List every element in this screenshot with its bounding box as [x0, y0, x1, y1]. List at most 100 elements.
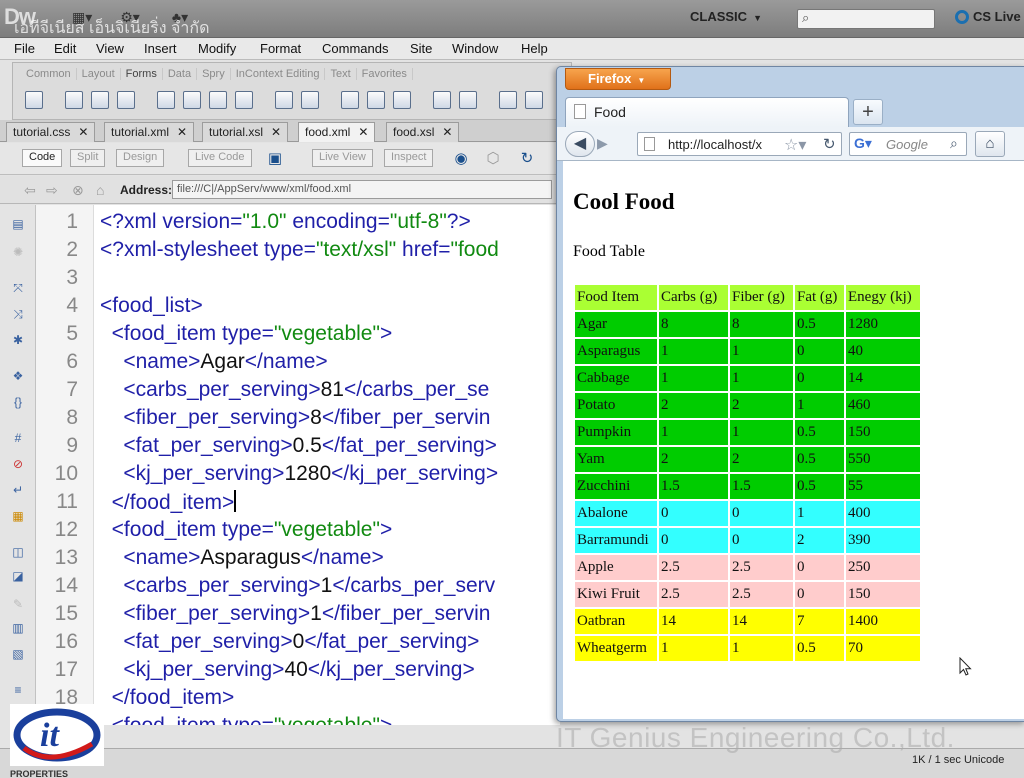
menu-commands[interactable]: Commands	[322, 41, 388, 56]
image-field-icon[interactable]	[341, 91, 359, 109]
menu-insert[interactable]: Insert	[144, 41, 177, 56]
form-icon[interactable]	[25, 91, 43, 109]
doc-tab-food-xsl[interactable]: food.xsl ✕	[386, 122, 460, 142]
recent-snippets-icon[interactable]: ▥	[9, 621, 27, 637]
file-field-icon[interactable]	[367, 91, 385, 109]
close-icon[interactable]: ✕	[177, 125, 187, 139]
live-view-button[interactable]: Live View	[312, 149, 373, 167]
hidden-field-icon[interactable]	[91, 91, 109, 109]
forward-button[interactable]: ▶	[597, 135, 608, 152]
doc-tab-tutorial-css[interactable]: tutorial.css ✕	[6, 122, 96, 142]
search-box[interactable]: G▾ Google ⌕	[849, 132, 967, 156]
radio-button-icon[interactable]	[209, 91, 227, 109]
line-number: 3	[66, 266, 78, 289]
code-view-button[interactable]: Code	[22, 149, 63, 167]
table-row: Asparagus 1 1 0 40	[575, 339, 920, 364]
menu-window[interactable]: Window	[452, 41, 498, 56]
move-css-icon[interactable]: ▧	[9, 647, 27, 663]
live-code-button[interactable]: Live Code	[188, 149, 252, 167]
menu-site[interactable]: Site	[410, 41, 432, 56]
spry-textarea-icon[interactable]	[525, 91, 543, 109]
select-parent-tag-icon[interactable]: ❖	[9, 369, 27, 385]
menu-help[interactable]: Help	[521, 41, 548, 56]
doc-tab-tutorial-xsl[interactable]: tutorial.xsl ✕	[202, 122, 289, 142]
apply-comment-icon[interactable]: ◫	[9, 545, 27, 561]
check-browser-icon[interactable]: ⬡	[484, 149, 502, 167]
browser-tab-food[interactable]: Food	[565, 97, 849, 127]
google-icon[interactable]: G▾	[854, 135, 872, 153]
jump-menu-icon[interactable]	[301, 91, 319, 109]
inspect-button[interactable]: Inspect	[384, 149, 434, 167]
label-icon[interactable]	[433, 91, 451, 109]
close-icon[interactable]: ✕	[271, 125, 281, 139]
menu-view[interactable]: View	[96, 41, 124, 56]
expand-all-icon[interactable]: ✱	[9, 333, 27, 349]
insert-tab-spry[interactable]: Spry	[197, 68, 231, 80]
url-bar[interactable]: http://localhost/x ☆▾ ↻	[637, 132, 842, 156]
insert-tab-incontext[interactable]: InContext Editing	[231, 68, 326, 80]
insert-tab-data[interactable]: Data	[163, 68, 198, 80]
stop-icon[interactable]: ⊗	[72, 182, 84, 199]
download-size-status: 1K / 1 sec Unicode	[912, 754, 1005, 766]
insert-tab-layout[interactable]: Layout	[77, 68, 121, 80]
back-button[interactable]: ◀	[565, 131, 595, 157]
inspect-mode-icon[interactable]: ▣	[266, 149, 284, 167]
nutrition-value-cell: 150	[846, 420, 920, 445]
menu-modify[interactable]: Modify	[198, 41, 236, 56]
design-view-button[interactable]: Design	[116, 149, 165, 167]
line-number: 2	[66, 238, 78, 261]
close-icon[interactable]: ✕	[78, 125, 88, 139]
food-name-cell: Kiwi Fruit	[575, 582, 657, 607]
refresh-icon[interactable]: ↻	[518, 149, 536, 167]
checkbox-icon[interactable]	[157, 91, 175, 109]
home-button[interactable]: ⌂	[975, 131, 1005, 157]
code-editor[interactable]: 1 <?xml version="1.0" encoding="utf-8"?> …	[36, 205, 560, 725]
firefox-menu-button[interactable]: Firefox ▼	[565, 68, 671, 90]
wrap-tag-icon[interactable]: ✎	[9, 597, 27, 613]
forward-arrow-icon[interactable]: ⇨	[46, 182, 58, 199]
menu-edit[interactable]: Edit	[54, 41, 76, 56]
show-code-navigator-icon[interactable]: ✺	[9, 245, 27, 261]
button-icon[interactable]	[393, 91, 411, 109]
workspace-switcher[interactable]: CLASSIC ▼	[690, 9, 762, 24]
syntax-coloring-icon[interactable]: ▦	[9, 509, 27, 525]
checkbox-group-icon[interactable]	[183, 91, 201, 109]
insert-tab-favorites[interactable]: Favorites	[357, 68, 413, 80]
menu-format[interactable]: Format	[260, 41, 301, 56]
help-search-input[interactable]: ⌕	[797, 9, 935, 29]
balance-braces-icon[interactable]: {}	[9, 395, 27, 411]
indent-code-icon[interactable]: ≡	[9, 683, 27, 699]
bookmark-star-icon[interactable]: ☆▾	[784, 135, 806, 155]
remove-comment-icon[interactable]: ◪	[9, 569, 27, 585]
insert-tab-text[interactable]: Text	[325, 68, 357, 80]
insert-tab-forms[interactable]: Forms	[121, 68, 163, 80]
spry-validation-icon[interactable]	[499, 91, 517, 109]
close-icon[interactable]: ✕	[442, 125, 452, 139]
search-icon[interactable]: ⌕	[950, 135, 958, 152]
address-input[interactable]: file:///C|/AppServ/www/xml/food.xml	[172, 180, 552, 199]
collapse-tag-icon[interactable]: ⤧	[9, 281, 27, 297]
word-wrap-icon[interactable]: ↵	[9, 483, 27, 499]
insert-tab-common[interactable]: Common	[21, 68, 77, 80]
highlight-invalid-code-icon[interactable]: ⊘	[9, 457, 27, 473]
close-icon[interactable]: ✕	[358, 125, 368, 139]
home-icon[interactable]: ⌂	[96, 182, 104, 198]
radio-group-icon[interactable]	[235, 91, 253, 109]
properties-panel-label[interactable]: PROPERTIES	[10, 769, 68, 778]
select-list-icon[interactable]	[275, 91, 293, 109]
cs-live-button[interactable]: CS Live	[955, 9, 1021, 24]
doc-tab-food-xml[interactable]: food.xml ✕	[298, 122, 376, 142]
doc-tab-tutorial-xml[interactable]: tutorial.xml ✕	[104, 122, 195, 142]
line-numbers-icon[interactable]: #	[9, 431, 27, 447]
text-field-icon[interactable]	[65, 91, 83, 109]
collapse-selection-icon[interactable]: ⤨	[9, 307, 27, 323]
fieldset-icon[interactable]	[459, 91, 477, 109]
back-arrow-icon[interactable]: ⇦	[24, 182, 36, 199]
reload-icon[interactable]: ↻	[823, 135, 836, 153]
textarea-icon[interactable]	[117, 91, 135, 109]
open-documents-icon[interactable]: ▤	[9, 217, 27, 233]
new-tab-button[interactable]: +	[853, 99, 883, 125]
menu-file[interactable]: File	[14, 41, 35, 56]
globe-icon[interactable]: ◉	[452, 149, 470, 167]
split-view-button[interactable]: Split	[70, 149, 106, 167]
